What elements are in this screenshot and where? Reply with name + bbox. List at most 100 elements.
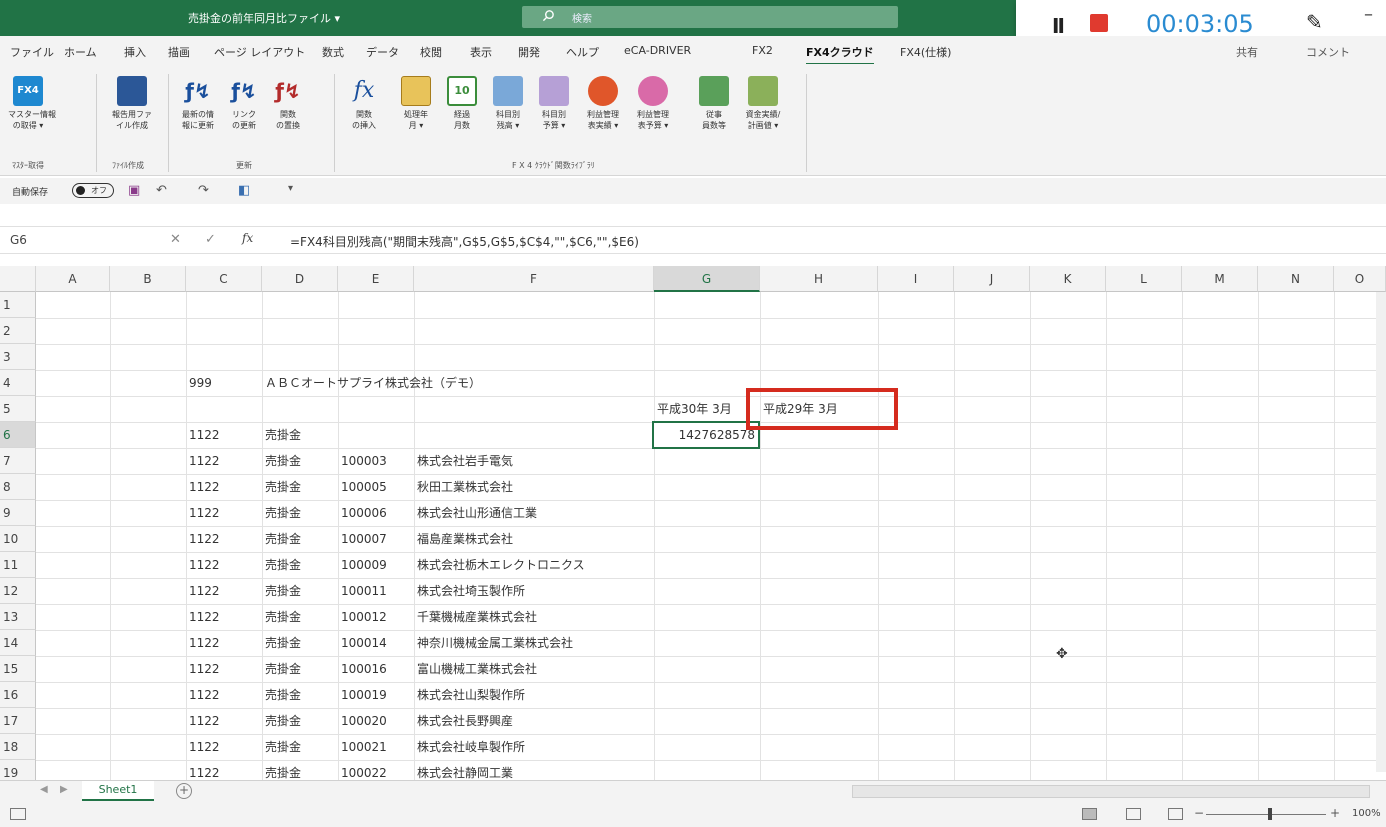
cell-account-row7[interactable]: 売掛金 [262,448,301,474]
insert-function-icon[interactable]: fx [242,231,253,245]
page-layout-view-icon[interactable] [1126,808,1141,820]
customize-toolbar-icon[interactable]: ▾ [288,183,293,194]
sheet-tab-sheet1[interactable]: Sheet1 [82,781,154,801]
row-header-9[interactable]: 9 [0,500,36,526]
cell-id-row13[interactable]: 100012 [338,604,387,630]
name-box[interactable]: G6 [10,233,27,247]
zoom-slider-track[interactable] [1206,814,1326,815]
column-header-f[interactable]: F [414,266,654,292]
column-header-i[interactable]: I [878,266,954,292]
row-header-8[interactable]: 8 [0,474,36,500]
tab-view[interactable]: 表示 [470,44,492,60]
cell-c6[interactable]: 1122 [186,422,220,448]
insert-function-button[interactable]: fx 関数 の挿入 [344,76,384,131]
employee-count-button[interactable]: 従事 員数等 [694,76,734,131]
cell-name-row15[interactable]: 富山機械工業株式会社 [414,656,537,682]
cell-id-row10[interactable]: 100007 [338,526,387,552]
cell-account-row11[interactable]: 売掛金 [262,552,301,578]
cell-account-row9[interactable]: 売掛金 [262,500,301,526]
row-header-3[interactable]: 3 [0,344,36,370]
tab-insert[interactable]: 挿入 [124,44,146,60]
tab-formulas[interactable]: 数式 [322,44,344,60]
column-header-k[interactable]: K [1030,266,1106,292]
elapsed-months-button[interactable]: 10 経過 月数 [442,76,482,131]
row-header-7[interactable]: 7 [0,448,36,474]
cell-c4[interactable]: 999 [186,370,212,396]
master-info-button[interactable]: FX4 マスター情報 の取得 ▾ [8,76,56,131]
account-balance-button[interactable]: 科目別 残高 ▾ [488,76,528,131]
column-header-h[interactable]: H [760,266,878,292]
cell-name-row17[interactable]: 株式会社長野興産 [414,708,513,734]
zoom-in-icon[interactable]: + [1330,806,1340,820]
cell-code-row10[interactable]: 1122 [186,526,220,552]
row-header-18[interactable]: 18 [0,734,36,760]
cell-id-row16[interactable]: 100019 [338,682,387,708]
replace-function-button[interactable]: ƒ↯ 関数 の置換 [268,76,308,131]
cell-account-row13[interactable]: 売掛金 [262,604,301,630]
select-all-corner[interactable] [0,266,36,292]
row-header-11[interactable]: 11 [0,552,36,578]
tab-developer[interactable]: 開発 [518,44,540,60]
row-header-13[interactable]: 13 [0,604,36,630]
account-budget-button[interactable]: 科目別 予算 ▾ [534,76,574,131]
row-header-5[interactable]: 5 [0,396,36,422]
cell-id-row18[interactable]: 100021 [338,734,387,760]
processing-month-button[interactable]: 処理年月 ▾ [396,76,436,131]
tab-file[interactable]: ファイル [10,44,54,60]
formula-input[interactable]: =FX4科目別残高("期間末残高",G$5,G$5,$C$4,"",$C6,""… [290,233,639,250]
column-header-e[interactable]: E [338,266,414,292]
update-links-button[interactable]: ƒ↯ リンク の更新 [224,76,264,131]
prev-sheet-icon[interactable]: ◀ [40,784,48,795]
next-sheet-icon[interactable]: ▶ [60,784,68,795]
tab-review[interactable]: 校閲 [420,44,442,60]
zoom-out-icon[interactable]: − [1194,806,1204,820]
cell-id-row9[interactable]: 100006 [338,500,387,526]
cell-code-row17[interactable]: 1122 [186,708,220,734]
page-break-view-icon[interactable] [1168,808,1183,820]
cell-code-row15[interactable]: 1122 [186,656,220,682]
row-header-6[interactable]: 6 [0,422,36,448]
fund-plan-button[interactable]: 資金実績/計画値 ▾ [740,76,786,131]
cell-code-row18[interactable]: 1122 [186,734,220,760]
cell-code-row11[interactable]: 1122 [186,552,220,578]
normal-view-icon[interactable] [1082,808,1097,820]
cell-d6[interactable]: 売掛金 [262,422,301,448]
cell-id-row19[interactable]: 100022 [338,760,387,782]
enter-icon[interactable]: ✓ [205,232,216,247]
cell-id-row15[interactable]: 100016 [338,656,387,682]
cell-name-row10[interactable]: 福島産業株式会社 [414,526,513,552]
tab-data[interactable]: データ [366,44,399,60]
row-header-17[interactable]: 17 [0,708,36,734]
profit-actual-button[interactable]: 利益管理 表実績 ▾ [580,76,626,131]
cell-code-row9[interactable]: 1122 [186,500,220,526]
vertical-scrollbar[interactable] [1376,292,1386,772]
report-file-create-button[interactable]: 報告用ファ イル作成 [108,76,156,131]
cell-account-row12[interactable]: 売掛金 [262,578,301,604]
cell-name-row16[interactable]: 株式会社山梨製作所 [414,682,525,708]
cell-name-row8[interactable]: 秋田工業株式会社 [414,474,513,500]
cell-id-row14[interactable]: 100014 [338,630,387,656]
column-header-l[interactable]: L [1106,266,1182,292]
save-icon[interactable]: ▣ [128,183,140,198]
pen-icon[interactable]: ✎ [1306,10,1323,34]
column-header-b[interactable]: B [110,266,186,292]
cell-name-row18[interactable]: 株式会社岐阜製作所 [414,734,525,760]
tab-home[interactable]: ホーム [64,44,97,60]
tab-eca-driver[interactable]: eCA-DRIVER [624,44,691,57]
profit-budget-button[interactable]: 利益管理 表予算 ▾ [630,76,676,131]
cell-account-row18[interactable]: 売掛金 [262,734,301,760]
cell-name-row11[interactable]: 株式会社栃木エレクトロニクス [414,552,585,578]
cell-account-row8[interactable]: 売掛金 [262,474,301,500]
macro-record-icon[interactable] [10,808,26,820]
cell-account-row17[interactable]: 売掛金 [262,708,301,734]
cell-name-row9[interactable]: 株式会社山形通信工業 [414,500,537,526]
add-sheet-button[interactable]: + [176,783,192,799]
tab-draw[interactable]: 描画 [168,44,190,60]
cell-name-row7[interactable]: 株式会社岩手電気 [414,448,513,474]
pause-button[interactable]: II [1052,14,1065,38]
cell-id-row7[interactable]: 100003 [338,448,387,474]
cell-id-row8[interactable]: 100005 [338,474,387,500]
row-header-10[interactable]: 10 [0,526,36,552]
horizontal-scrollbar[interactable] [852,785,1370,798]
active-cell-g6[interactable]: 1427628578 [652,421,760,449]
